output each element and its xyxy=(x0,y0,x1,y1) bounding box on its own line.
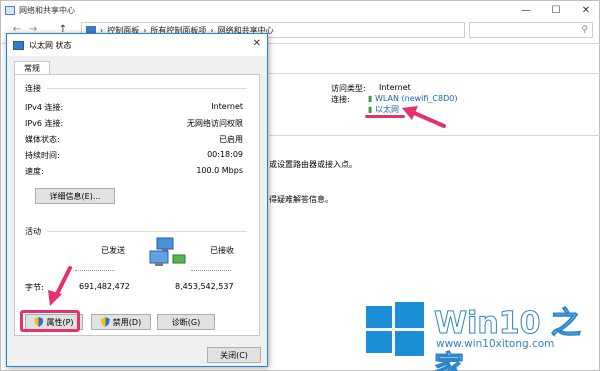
diagnose-button[interactable]: 诊断(G) xyxy=(157,314,215,330)
received-label: 已接收 xyxy=(210,246,234,255)
divider xyxy=(269,73,600,74)
window-title: 网络和共享中心 xyxy=(19,5,75,15)
ethernet-adapter-icon xyxy=(13,40,24,50)
network-computers-icon xyxy=(149,237,186,266)
setup-router-text: 或设置路由器或接入点。 xyxy=(269,160,357,169)
ipv6-value: 无网络访问权限 xyxy=(187,119,243,128)
divider xyxy=(191,270,231,271)
sent-label: 已发送 xyxy=(101,246,125,255)
search-icon: ⚲ xyxy=(581,25,588,35)
ethernet-icon: ▮ xyxy=(368,105,373,114)
ethernet-link[interactable]: ▮ 以太网 xyxy=(368,104,399,115)
bytes-sent-value: 691,482,472 xyxy=(79,282,130,291)
media-state-value: 已启用 xyxy=(219,135,243,144)
properties-highlight-box xyxy=(20,310,80,332)
divider xyxy=(47,88,247,89)
uac-shield-icon xyxy=(100,317,110,327)
disable-button-label: 禁用(D) xyxy=(112,317,142,327)
troubleshoot-text: 得疑难解答信息。 xyxy=(269,195,333,204)
media-state-label: 媒体状态: xyxy=(25,135,60,144)
activity-group-label: 活动 xyxy=(25,227,41,236)
tab-general[interactable]: 常规 xyxy=(14,61,50,75)
ipv6-label: IPv6 连接: xyxy=(25,119,64,128)
duration-label: 持续时间: xyxy=(25,151,60,160)
connection-group-label: 连接 xyxy=(25,84,41,93)
maximize-button[interactable]: ☐ xyxy=(541,1,571,19)
ipv4-value: Internet xyxy=(211,102,243,111)
disable-button[interactable]: 禁用(D) xyxy=(91,314,151,330)
arrow-to-properties xyxy=(48,266,72,306)
wifi-icon: ▮ xyxy=(368,94,373,103)
bytes-received-value: 8,453,542,537 xyxy=(175,282,234,291)
close-button[interactable]: ✕ xyxy=(571,1,600,19)
access-type-label: 访问类型: xyxy=(331,84,366,93)
arrow-to-ethernet xyxy=(402,106,446,128)
bytes-label: 字节: xyxy=(25,283,44,292)
divider xyxy=(269,135,600,136)
network-icon xyxy=(5,5,15,15)
watermark-title: Win10 之家 xyxy=(434,306,582,371)
access-type-value: Internet xyxy=(379,83,411,92)
win10-watermark: Win10 之家 www.win10xitong.com xyxy=(366,296,596,371)
windows-logo xyxy=(366,300,424,356)
ethernet-link-label: 以太网 xyxy=(374,105,399,114)
speed-label: 速度: xyxy=(25,167,44,176)
watermark-url: www.win10xitong.com xyxy=(436,338,555,350)
ethernet-highlight-underline xyxy=(365,115,405,118)
search-input[interactable]: ⚲ xyxy=(469,22,593,38)
ipv4-label: IPv4 连接: xyxy=(25,103,64,112)
speed-value: 100.0 Mbps xyxy=(196,166,243,175)
duration-value: 00:18:09 xyxy=(207,150,243,159)
details-button[interactable]: 详细信息(E)... xyxy=(35,188,115,204)
minimize-button[interactable]: — xyxy=(511,1,541,19)
connections-label: 连接: xyxy=(331,95,350,104)
ethernet-status-dialog: 以太网 状态 ✕ 常规 连接 IPv4 连接: Internet IPv6 连接… xyxy=(6,33,268,367)
dialog-title: 以太网 状态 xyxy=(29,40,72,50)
dialog-close-button[interactable]: ✕ xyxy=(253,38,261,49)
dialog-titlebar: 以太网 状态 xyxy=(7,34,267,56)
divider xyxy=(75,270,115,271)
divider xyxy=(47,231,247,232)
close-dialog-button[interactable]: 关闭(C) xyxy=(207,347,261,363)
